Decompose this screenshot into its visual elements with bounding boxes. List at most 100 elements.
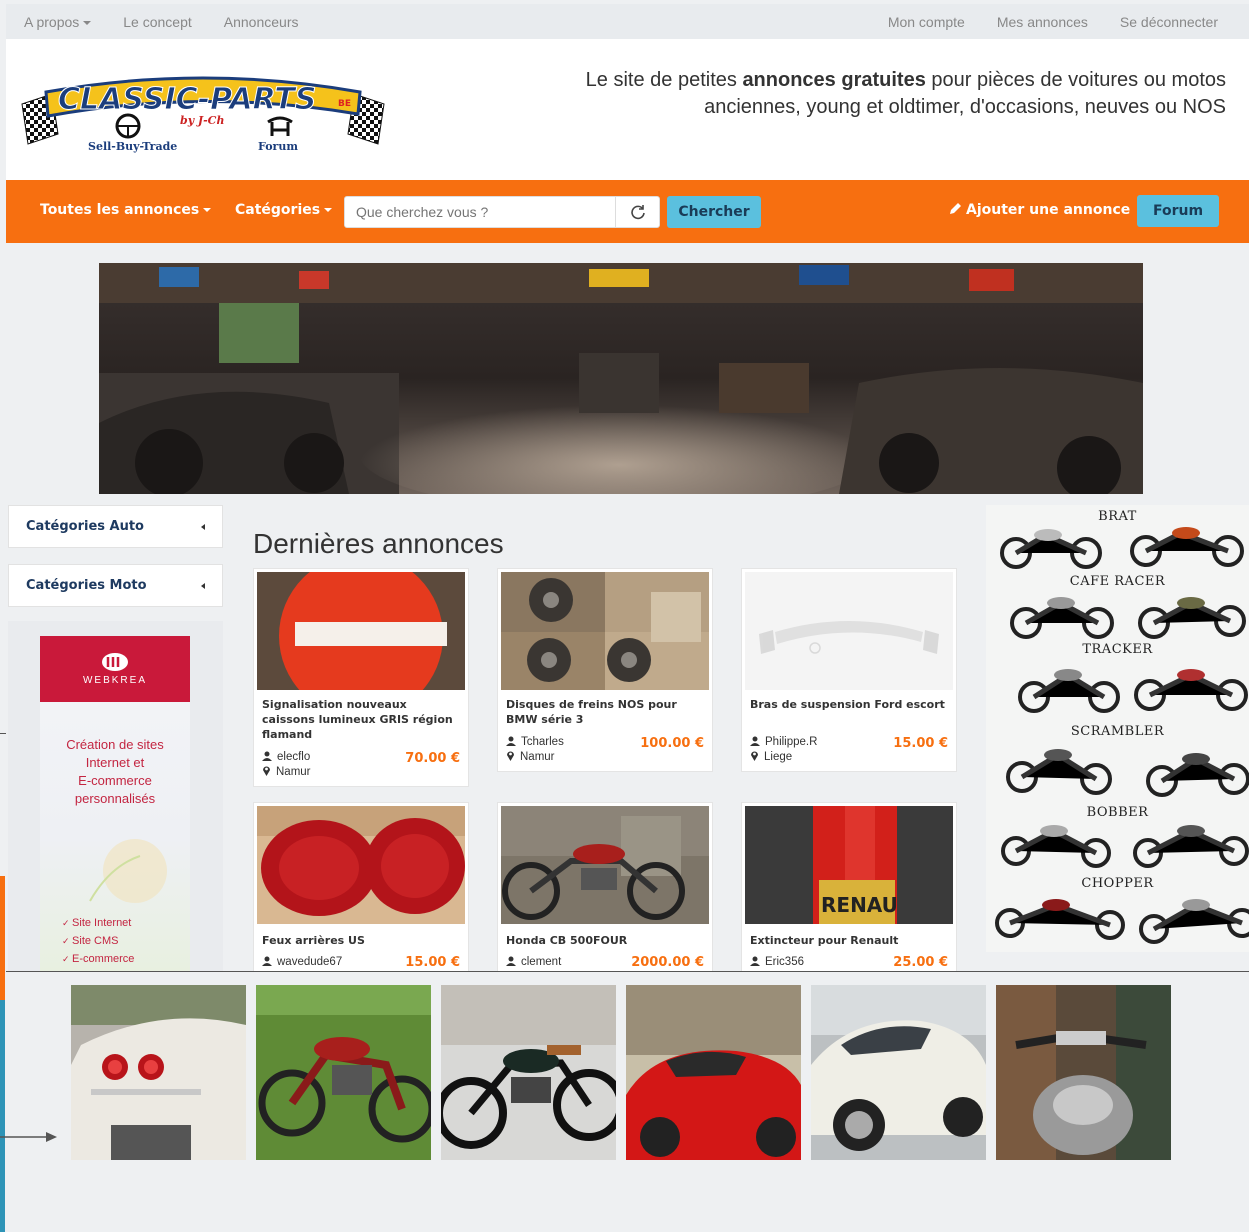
map-marker-icon (751, 751, 758, 761)
user-icon (506, 956, 516, 966)
gallery-thumb-opel-gt[interactable] (626, 985, 801, 1160)
gallery-thumb-moto-red[interactable] (256, 985, 431, 1160)
listing-user: elecflo (262, 750, 310, 765)
chevron-down-icon (203, 208, 212, 212)
logo-byline: by J-Ch (180, 114, 224, 127)
bike-images (995, 527, 1249, 944)
search-button[interactable]: Chercher (667, 196, 761, 228)
refresh-icon (630, 205, 645, 220)
forum-button[interactable]: Forum (1137, 195, 1219, 227)
pencil-icon (950, 203, 961, 214)
ad-header: WEBKREA (40, 636, 190, 702)
listing-price: 15.00 € (893, 736, 948, 751)
listing-price: 2000.00 € (631, 955, 704, 970)
listing-image: RENAU (745, 806, 953, 924)
hero-banner (99, 263, 1143, 494)
topbar-apropos[interactable]: A propos (24, 14, 92, 30)
listing-card[interactable]: RENAU Extincteur pour Renault Eric356 25… (741, 802, 957, 972)
chevron-down-icon (83, 20, 92, 25)
map-marker-icon (507, 751, 514, 761)
map-marker-icon (263, 766, 270, 776)
nav-categories[interactable]: Catégories (235, 202, 333, 218)
listing-card[interactable]: Disques de freins NOS pour BMW série 3 T… (497, 568, 713, 772)
listing-user: Philippe.R (750, 735, 817, 750)
listing-location: Namur (506, 750, 555, 765)
caret-left-icon (201, 582, 205, 589)
webkrea-ad[interactable]: WEBKREA Création de sites Internet et E-… (40, 636, 190, 972)
topbar-concept[interactable]: Le concept (123, 14, 192, 30)
listing-image (257, 806, 465, 924)
listing-price: 15.00 € (405, 955, 460, 970)
listing-image (501, 572, 709, 690)
user-icon (506, 736, 516, 746)
logo-caption-left: Sell-Buy-Trade (88, 140, 177, 153)
site-header: CLASSIC-PARTS BE by J-Ch Sell-Buy-Trade … (6, 39, 1249, 180)
ad-text: Création de sites Internet et E-commerce… (66, 737, 164, 806)
logo-suffix: BE (338, 99, 351, 109)
listing-title: Bras de suspension Ford escort (750, 698, 945, 711)
add-ad-link[interactable]: Ajouter une annonce (948, 202, 1130, 218)
listing-title: Signalisation nouveaux caissons lumineux… (262, 698, 453, 741)
user-icon (262, 956, 272, 966)
listing-image (501, 806, 709, 924)
logo-text: CLASSIC-PARTS (58, 82, 316, 117)
listing-user: wavedude67 (262, 955, 342, 970)
topbar-mes-annonces[interactable]: Mes annonces (997, 14, 1088, 30)
latest-ads-title: Dernières annonces (253, 528, 504, 559)
listing-card[interactable]: Signalisation nouveaux caissons lumineux… (253, 568, 469, 787)
listing-price: 100.00 € (640, 736, 704, 751)
webkrea-logo-icon (102, 653, 128, 671)
handlebar-icon (267, 116, 293, 136)
category-auto[interactable]: Catégories Auto (8, 505, 223, 548)
top-bar: A propos Le concept Annonceurs Mon compt… (6, 4, 1249, 39)
accent-bar-blue (0, 1000, 5, 1232)
ad-brand: WEBKREA (82, 675, 147, 686)
listing-card[interactable]: Honda CB 500FOUR clement 2000.00 € (497, 802, 713, 972)
listing-location: Namur (262, 765, 311, 780)
extinguisher-label: RENAU (821, 893, 898, 917)
listing-user: Tcharles (506, 735, 564, 750)
search-bar (344, 196, 660, 228)
gallery-thumb-moto-tank[interactable] (996, 985, 1171, 1160)
listing-title: Disques de freins NOS pour BMW série 3 (506, 698, 677, 726)
user-icon (750, 956, 760, 966)
hero-image (99, 263, 1143, 494)
search-input[interactable] (345, 197, 615, 227)
listing-image (257, 572, 465, 690)
topbar-mon-compte[interactable]: Mon compte (888, 14, 965, 30)
gallery-thumb-moto-bmw[interactable] (441, 985, 616, 1160)
category-moto[interactable]: Catégories Moto (8, 564, 223, 607)
caret-left-icon (201, 523, 205, 530)
topbar-annonceurs[interactable]: Annonceurs (224, 14, 299, 30)
listing-image (745, 572, 953, 690)
site-logo[interactable]: CLASSIC-PARTS BE by J-Ch Sell-Buy-Trade … (18, 64, 388, 154)
gallery-thumb-porsche[interactable] (811, 985, 986, 1160)
listing-title: Extincteur pour Renault (750, 934, 899, 947)
listing-title: Feux arrières US (262, 934, 365, 947)
listing-location: Liege (750, 750, 792, 765)
main-nav: Toutes les annonces Catégories Chercher … (6, 180, 1249, 243)
listing-card[interactable]: Bras de suspension Ford escort Philippe.… (741, 568, 957, 772)
site-tagline: Le site de petites annonces gratuites po… (585, 69, 1226, 118)
divider-tick (0, 733, 6, 734)
user-icon (750, 736, 760, 746)
section-divider (6, 971, 1249, 972)
apple-image (89, 839, 167, 903)
listing-card[interactable]: Feux arrières US wavedude67 15.00 € (253, 802, 469, 972)
nav-all-ads[interactable]: Toutes les annonces (40, 202, 212, 218)
arrow-right-icon (0, 1132, 57, 1142)
accent-bar-orange (0, 876, 5, 1000)
refresh-button[interactable] (615, 197, 659, 227)
ad-bullets: Site Internet Site CMS E-commerce (62, 914, 134, 968)
listing-user: Eric356 (750, 955, 804, 970)
listing-price: 25.00 € (893, 955, 948, 970)
bike-styles-panel[interactable]: BRAT CAFE RACER TRACKER SCRAMBLER BOBBER… (986, 505, 1249, 952)
listing-user: clement (506, 955, 561, 970)
user-icon (262, 751, 272, 761)
logo-caption-right: Forum (258, 140, 298, 153)
gallery-thumb-corvette[interactable] (71, 985, 246, 1160)
topbar-logout[interactable]: Se déconnecter (1120, 14, 1218, 30)
listing-price: 70.00 € (405, 751, 460, 766)
chevron-down-icon (324, 208, 333, 212)
listing-title: Honda CB 500FOUR (506, 934, 628, 947)
